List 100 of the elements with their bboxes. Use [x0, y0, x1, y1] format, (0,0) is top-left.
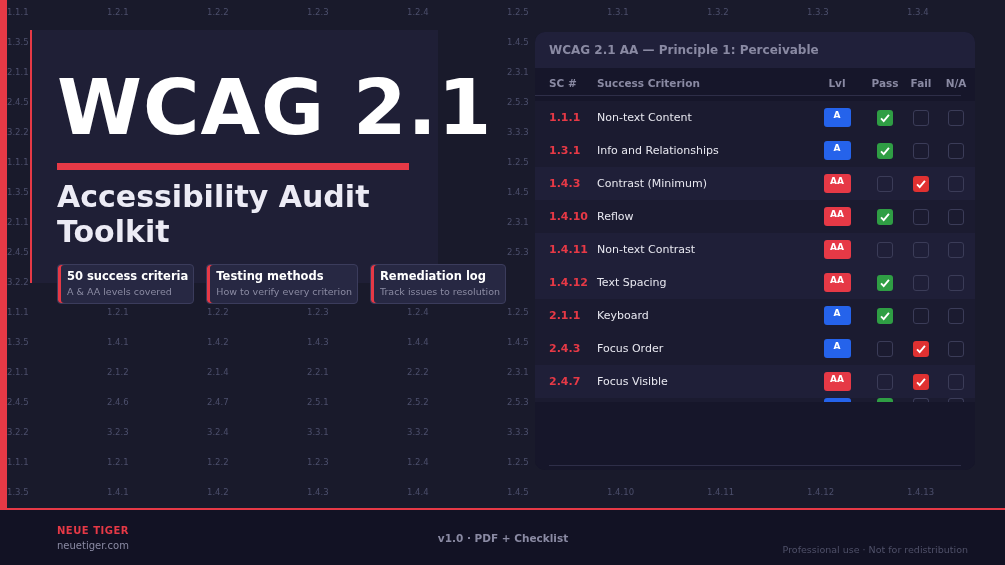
criterion-code: 1.2.5 [507, 156, 529, 168]
criterion-code: 1.2.1 [107, 456, 129, 468]
criterion-code: 1.4.5 [507, 336, 529, 348]
criterion-code: 1.4.13 [907, 486, 935, 498]
criterion-code: 1.2.3 [307, 306, 329, 318]
criterion-code: 3.2.2 [7, 426, 29, 438]
pass-checkbox[interactable] [877, 398, 893, 402]
criterion-code: 2.5.2 [407, 396, 429, 408]
pass-checkbox[interactable] [877, 274, 893, 291]
level-badge: AA [823, 207, 851, 226]
fail-checkbox[interactable] [913, 373, 929, 390]
criterion-code: 1.2.2 [207, 306, 229, 318]
feature-title: Remediation log [380, 268, 487, 284]
criterion-code: 3.3.3 [507, 426, 529, 438]
fail-checkbox[interactable] [913, 208, 929, 225]
criterion-code: 1.3.3 [807, 6, 829, 18]
fail-checkbox[interactable] [913, 398, 929, 402]
pass-checkbox[interactable] [877, 241, 893, 258]
criterion-code: 1.2.5 [507, 6, 529, 18]
fail-checkbox[interactable] [913, 142, 929, 159]
criterion-code: 1.3.5 [7, 486, 29, 498]
criterion-code: 2.3.1 [507, 216, 529, 228]
pass-checkbox[interactable] [877, 175, 893, 192]
criterion-number: 1.1.1 [549, 111, 582, 124]
criterion-number: 2.4.3 [549, 342, 582, 355]
criterion-code: 1.1.1 [7, 6, 29, 18]
fail-checkbox[interactable] [913, 340, 929, 357]
criterion-code: 1.4.12 [807, 486, 835, 498]
criterion-code: 1.2.5 [507, 306, 529, 318]
criterion-code: 2.5.3 [507, 246, 529, 258]
brand-name: NEUE TIGER [57, 523, 130, 538]
criterion-code: 2.1.1 [7, 366, 29, 378]
criterion-code: 3.2.3 [107, 426, 129, 438]
criterion-code: 2.5.3 [507, 396, 529, 408]
na-checkbox[interactable] [948, 109, 964, 126]
criterion-code: 1.1.1 [7, 306, 29, 318]
pass-checkbox[interactable] [877, 109, 893, 126]
criterion-code: 2.2.1 [307, 366, 329, 378]
criterion-code: 3.3.1 [307, 426, 329, 438]
criterion-code: 1.1.1 [7, 156, 29, 168]
criterion-number: 1.4.10 [549, 210, 589, 223]
criterion-code: 3.2.2 [7, 126, 29, 138]
na-checkbox[interactable] [948, 307, 964, 324]
criterion-number: 1.4.11 [549, 243, 589, 256]
na-checkbox[interactable] [948, 208, 964, 225]
criterion-code: 2.1.2 [107, 366, 129, 378]
checklist-title: WCAG 2.1 AA — Principle 1: Perceivable [549, 43, 819, 57]
criterion-code: 1.3.2 [707, 6, 729, 18]
pass-checkbox[interactable] [877, 340, 893, 357]
criterion-name: Contrast (Minimum) [597, 177, 709, 190]
column-header: Lvl [828, 77, 846, 89]
website-link[interactable]: neuetiger.com [57, 537, 437, 553]
criterion-code: 2.1.1 [7, 216, 29, 228]
fail-checkbox[interactable] [913, 241, 929, 258]
fail-checkbox[interactable] [913, 274, 929, 291]
criterion-code: 1.4.1 [107, 486, 129, 498]
criterion-code: 1.2.1 [107, 306, 129, 318]
criterion-code: 1.2.4 [407, 6, 429, 18]
criterion-code: 2.5.1 [307, 396, 329, 408]
na-checkbox[interactable] [948, 241, 964, 258]
na-checkbox[interactable] [948, 340, 964, 357]
criterion-name: Focus Order [597, 342, 665, 355]
criterion-code: 1.2.5 [507, 456, 529, 468]
version-label: v1.0 · PDF + Checklist [437, 531, 569, 544]
criterion-code: 1.4.3 [307, 336, 329, 348]
criterion-number: 1.4.3 [549, 177, 582, 190]
pass-checkbox[interactable] [877, 307, 893, 324]
fail-checkbox[interactable] [913, 175, 929, 192]
hero-title: WCAG 2.1 [57, 62, 493, 154]
na-checkbox[interactable] [948, 175, 964, 192]
criterion-code: 1.1.1 [7, 456, 29, 468]
na-checkbox[interactable] [948, 398, 964, 402]
na-checkbox[interactable] [948, 142, 964, 159]
pass-checkbox[interactable] [877, 373, 893, 390]
criterion-name: Non-text Contrast [597, 243, 697, 256]
fail-checkbox[interactable] [913, 109, 929, 126]
criterion-code: 1.4.2 [207, 336, 229, 348]
criterion-code: 2.4.6 [107, 396, 129, 408]
feature-title: Testing methods [216, 268, 325, 284]
level-badge: A [823, 141, 851, 160]
criterion-code: 1.2.3 [307, 6, 329, 18]
pass-checkbox[interactable] [877, 142, 893, 159]
license-notice: Professional use · Not for redistribution [782, 544, 968, 555]
fail-checkbox[interactable] [913, 307, 929, 324]
criterion-name: Focus Visible [597, 375, 669, 388]
pass-checkbox[interactable] [877, 208, 893, 225]
feature-text: A & AA levels covered [67, 285, 173, 299]
level-badge: AA [823, 240, 851, 259]
criterion-code: 1.3.5 [7, 186, 29, 198]
criterion-code: 2.4.5 [7, 96, 29, 108]
level-badge: AA [823, 372, 851, 391]
criterion-code: 1.3.5 [7, 336, 29, 348]
level-badge: A [823, 306, 851, 325]
na-checkbox[interactable] [948, 274, 964, 291]
criterion-code: 3.2.4 [207, 426, 229, 438]
criterion-code: 2.1.1 [7, 66, 29, 78]
criterion-code: 1.4.10 [607, 486, 635, 498]
na-checkbox[interactable] [948, 373, 964, 390]
criterion-code: 1.4.4 [407, 336, 429, 348]
criterion-code: 1.3.5 [7, 36, 29, 48]
